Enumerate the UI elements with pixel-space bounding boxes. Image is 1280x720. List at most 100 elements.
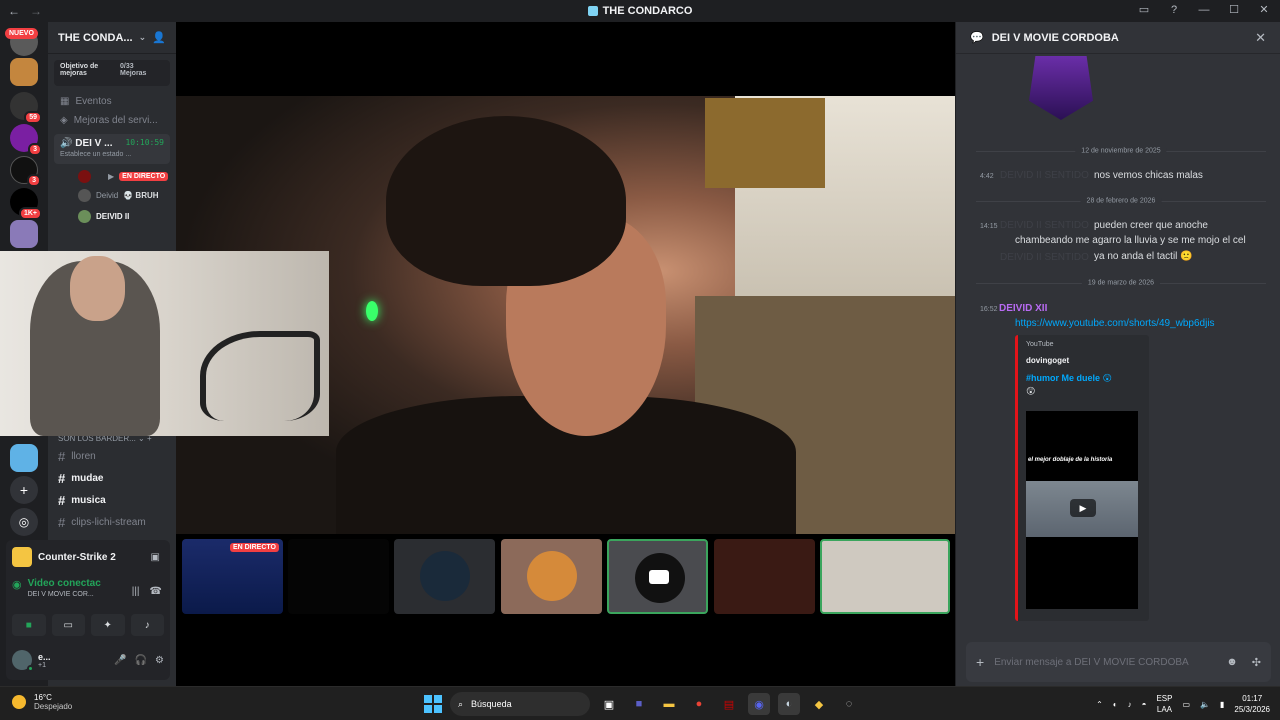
activities-button[interactable]: ✦ — [91, 614, 125, 636]
mic-icon[interactable]: 🎤 — [114, 655, 126, 666]
participant-thumbnail[interactable] — [501, 539, 602, 614]
speaker-icon: 🔊 — [60, 138, 76, 149]
mention-badge: 1K+ — [18, 207, 42, 220]
volume-icon[interactable]: 🔈 — [1200, 700, 1210, 709]
embed-title[interactable]: #humor Me duele 😲 — [1026, 373, 1141, 384]
steam-icon[interactable]: ◐ — [778, 693, 800, 715]
chrome-icon[interactable]: ● — [688, 693, 710, 715]
message: 14:15 DEIVID II SENTIDO pueden creer que… — [956, 220, 1280, 270]
date-label: 12 de noviembre de 2025 — [1075, 147, 1167, 155]
apps-icon[interactable]: ✣ — [1252, 656, 1261, 669]
server-icon[interactable]: 3 — [10, 124, 42, 156]
search-label: Búsqueda — [471, 699, 512, 709]
play-icon[interactable]: ▶ — [1070, 499, 1096, 517]
message-author[interactable]: DEIVID XII — [999, 303, 1047, 314]
teams-icon[interactable]: ■ — [628, 693, 650, 715]
network-icon[interactable]: ▭ — [1182, 700, 1190, 709]
headset-icon[interactable]: ◓ — [1142, 700, 1147, 709]
participant-thumbnail[interactable] — [714, 539, 815, 614]
minimize-button[interactable]: — — [1196, 4, 1212, 16]
back-arrow-icon[interactable]: ← — [8, 4, 20, 18]
embed-video-thumbnail[interactable]: el mejor doblaje de la historia ▶ — [1026, 411, 1138, 609]
headset-light — [366, 301, 378, 321]
file-explorer-icon[interactable]: ▬ — [658, 693, 680, 715]
language-indicator[interactable]: ESP LAA — [1156, 693, 1172, 715]
voice-channel[interactable]: 🔊 DEI V ... 10:10:59 Establece un estado … — [54, 134, 170, 164]
mic-icon[interactable]: ♪ — [1128, 700, 1132, 709]
participant-thumbnail[interactable] — [288, 539, 389, 614]
boost-goal[interactable]: Objetivo de mejoras 0/33 Mejoras — [54, 60, 170, 86]
server-boost-link[interactable]: ◈ Mejoras del servi... — [48, 111, 176, 130]
weather-widget[interactable]: 16°C Despejado — [12, 693, 72, 711]
disconnect-icon[interactable]: ☎ — [150, 586, 162, 597]
camera-button[interactable]: ■ — [12, 614, 46, 636]
participant-thumbnail[interactable] — [394, 539, 495, 614]
noise-icon[interactable]: ||| — [132, 586, 140, 597]
maximize-button[interactable]: ☐ — [1226, 3, 1242, 16]
add-server-icon[interactable]: + — [10, 476, 38, 504]
tray-app-icon[interactable]: ◐ — [1113, 700, 1118, 709]
server-icon[interactable] — [10, 444, 38, 472]
server-icon[interactable]: 1K+ — [10, 188, 42, 220]
participant-strip: EN DIRECTO — [182, 539, 952, 614]
voice-user[interactable]: DEIVID II — [48, 206, 176, 227]
counter-strike-icon[interactable]: ◆ — [808, 693, 830, 715]
help-icon[interactable]: ? — [1166, 4, 1182, 16]
message-author[interactable]: DEIVID II SENTIDO — [1000, 170, 1089, 181]
chevron-up-icon[interactable]: ⌃ — [1096, 700, 1103, 709]
channel-item[interactable]: # mudae — [48, 467, 176, 489]
monitor-icon[interactable]: ▣ — [151, 552, 160, 563]
embed-channel[interactable]: dovingoget — [1026, 356, 1141, 365]
embed-provider[interactable]: YouTube — [1026, 341, 1141, 348]
close-icon[interactable]: ✕ — [1255, 30, 1266, 46]
pip-video-feed[interactable] — [0, 251, 329, 436]
share-screen-button[interactable]: ▭ — [51, 614, 85, 636]
avatar — [527, 551, 577, 601]
app-icon[interactable]: ▤ — [718, 693, 740, 715]
server-icon[interactable] — [10, 220, 38, 248]
close-button[interactable]: ✕ — [1256, 3, 1272, 16]
channel-item[interactable]: # clips-lichi-stream — [48, 511, 176, 533]
clock[interactable]: 01:17 25/3/2026 — [1234, 693, 1270, 715]
settings-gear-icon[interactable]: ⚙ — [155, 655, 164, 666]
stream-thumbnail[interactable]: EN DIRECTO — [182, 539, 283, 614]
inbox-icon[interactable]: ▭ — [1136, 3, 1152, 16]
online-status — [27, 665, 34, 672]
message-link[interactable]: https://www.youtube.com/shorts/49_wbp6dj… — [1015, 318, 1215, 329]
participant-thumbnail[interactable] — [607, 539, 708, 614]
chat-bubble-icon: 💬 — [970, 32, 984, 44]
date-divider: 12 de noviembre de 2025 — [976, 147, 1266, 155]
windows-start-icon[interactable] — [424, 695, 442, 713]
emoji-icon[interactable]: ☻ — [1226, 656, 1238, 669]
voice-status[interactable]: Establece un estado ... — [60, 151, 164, 158]
channel-label: musica — [71, 494, 106, 506]
channel-item[interactable]: # lloren — [48, 445, 176, 467]
voice-connected-label: Video conectac — [27, 578, 101, 589]
message-input[interactable]: Enviar mensaje a DEI V MOVIE CORDOBA — [994, 657, 1189, 668]
invite-icon[interactable]: 👤 — [152, 31, 166, 44]
events-link[interactable]: ▦ Eventos — [48, 92, 176, 111]
server-icon[interactable]: 59 — [10, 92, 42, 124]
app-icon[interactable]: ◌ — [838, 693, 860, 715]
task-view-icon[interactable]: ▣ — [598, 693, 620, 715]
server-icon[interactable] — [10, 58, 38, 86]
headphones-icon[interactable]: 🎧 — [135, 655, 147, 666]
channel-item[interactable]: # musica — [48, 489, 176, 511]
voice-user-name: Deivid — [96, 191, 119, 200]
message-author[interactable]: DEIVID II SENTIDO — [1000, 220, 1089, 231]
discord-icon[interactable]: ◉ — [748, 693, 770, 715]
soundboard-button[interactable]: ♪ — [130, 614, 164, 636]
server-header[interactable]: THE CONDA... ⌄ 👤 — [48, 22, 176, 54]
server-icon[interactable]: 3 — [10, 156, 41, 187]
game-activity[interactable]: Counter-Strike 2 ▣ — [6, 540, 170, 574]
taskbar-search[interactable]: ⌕ Búsqueda — [450, 692, 590, 716]
forward-arrow-icon[interactable]: → — [30, 4, 42, 18]
voice-user[interactable]: ▶ EN DIRECTO — [48, 164, 176, 185]
add-attachment-icon[interactable]: + — [976, 654, 984, 670]
voice-user[interactable]: Deivid 💀 BRUH — [48, 185, 176, 206]
discover-icon[interactable]: ◎ — [10, 508, 38, 536]
voice-connected-channel[interactable]: DEI V MOVIE COR... — [28, 591, 101, 598]
participant-thumbnail[interactable] — [820, 539, 950, 614]
battery-icon[interactable]: ▮ — [1220, 700, 1224, 709]
avatar[interactable] — [12, 650, 34, 672]
